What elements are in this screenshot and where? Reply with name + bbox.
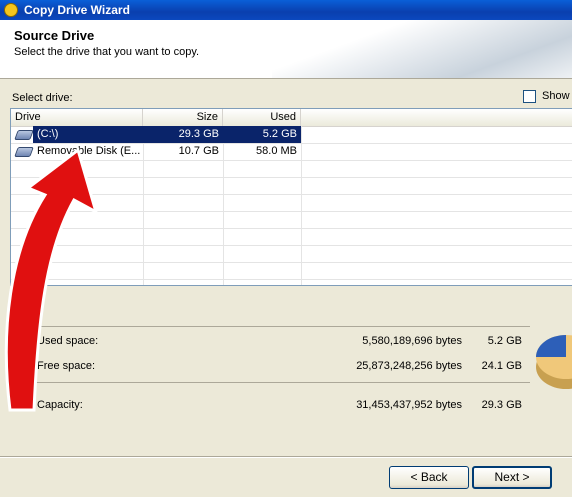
used-space-bytes: 5,580,189,696 bytes <box>362 335 462 347</box>
drive-size: 29.3 GB <box>143 126 223 143</box>
pie-used-slice <box>536 335 566 357</box>
select-drive-label: Select drive: <box>12 92 73 104</box>
grid-line <box>11 262 572 263</box>
next-button[interactable]: Next > <box>472 466 552 489</box>
header-decoration <box>272 20 572 78</box>
drive-row-c[interactable]: (C:\) 29.3 GB 5.2 GB <box>11 126 572 143</box>
free-space-label: Free space: <box>37 360 96 372</box>
column-header-size[interactable]: Size <box>143 109 223 126</box>
free-space-bytes: 25,873,248,256 bytes <box>356 360 462 372</box>
removable-disk-icon <box>14 147 34 157</box>
hard-drive-icon <box>14 130 34 140</box>
free-space-gb: 24.1 GB <box>481 360 522 372</box>
title-bar: Copy Drive Wizard <box>0 0 572 20</box>
grid-line <box>11 160 572 161</box>
window-title: Copy Drive Wizard <box>24 3 130 17</box>
used-space-row: Used space: 5,580,189,696 bytes 5.2 GB <box>10 335 530 351</box>
grid-line <box>11 194 572 195</box>
show-checkbox[interactable] <box>523 90 536 103</box>
column-header-used[interactable]: Used <box>223 109 301 126</box>
column-header-drive[interactable]: Drive <box>11 109 143 126</box>
free-space-row: Free space: 25,873,248,256 bytes 24.1 GB <box>10 360 530 376</box>
used-space-gb: 5.2 GB <box>487 335 522 347</box>
drive-row-e[interactable]: Removable Disk (E... 10.7 GB 58.0 MB <box>11 143 572 160</box>
page-subtitle: Select the drive that you want to copy. <box>14 46 200 58</box>
grid-line <box>11 177 572 178</box>
drive-size: 10.7 GB <box>178 145 219 157</box>
drive-used: 5.2 GB <box>223 126 301 143</box>
grid-line <box>11 228 572 229</box>
back-button[interactable]: < Back <box>389 466 469 489</box>
drive-list[interactable]: Drive Size Used (C:\) 29.3 GB 5.2 GB Rem… <box>10 108 572 286</box>
grid-line <box>11 211 572 212</box>
capacity-label: Capacity: <box>37 399 83 411</box>
used-space-label: Used space: <box>37 335 99 347</box>
divider <box>10 382 530 383</box>
capacity-bytes: 31,453,437,952 bytes <box>356 399 462 411</box>
show-checkbox-label[interactable]: Show <box>542 90 570 102</box>
drive-name: (C:\) <box>33 126 143 143</box>
capacity-gb: 29.3 GB <box>481 399 522 411</box>
divider <box>10 326 530 327</box>
drive-used: 58.0 MB <box>256 145 297 157</box>
footer-divider <box>0 456 572 458</box>
page-title: Source Drive <box>14 28 95 43</box>
app-icon <box>4 3 18 17</box>
drive-list-header: Drive Size Used <box>11 109 572 127</box>
capacity-row: Capacity: 31,453,437,952 bytes 29.3 GB <box>10 399 530 415</box>
drive-name: Removable Disk (E... <box>37 145 141 157</box>
grid-line <box>11 279 572 280</box>
usage-pie-chart <box>536 335 572 389</box>
grid-line <box>11 245 572 246</box>
wizard-header: Source Drive Select the drive that you w… <box>0 20 572 79</box>
column-header-empty <box>301 109 572 126</box>
